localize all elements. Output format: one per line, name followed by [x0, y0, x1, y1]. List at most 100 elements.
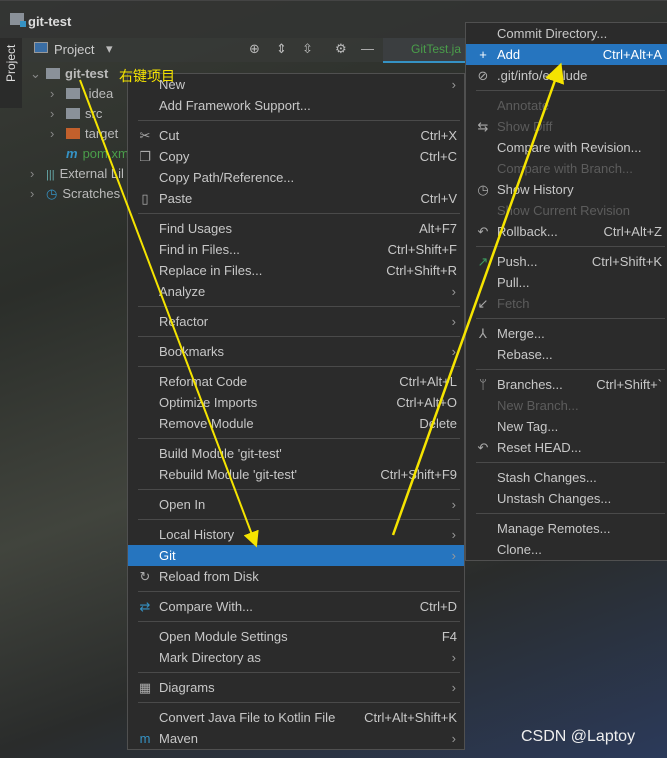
chevron-down-icon[interactable]: ▾: [106, 41, 113, 57]
chevron-icon[interactable]: ›: [30, 186, 46, 201]
git_submenu-item-merge[interactable]: ⅄ Merge...: [466, 323, 667, 344]
menu-item-label: Manage Remotes...: [497, 521, 611, 536]
chevron-right-icon: ›: [451, 497, 456, 512]
git_submenu-item-manage-remotes[interactable]: Manage Remotes...: [466, 518, 667, 539]
menu-item-label: Replace in Files...: [159, 263, 263, 278]
context_menu-item-analyze[interactable]: Analyze ›: [128, 281, 464, 302]
git_submenu-item-git-info-exclude[interactable]: ⊘ .git/info/exclude: [466, 65, 667, 86]
git_submenu-item-clone[interactable]: Clone...: [466, 539, 667, 560]
gear-icon[interactable]: ⚙: [335, 41, 347, 57]
menu-item-label: Show History: [497, 182, 574, 197]
editor-tab[interactable]: GitTest.ja: [383, 38, 465, 63]
context_menu-item-refactor[interactable]: Refactor ›: [128, 311, 464, 332]
git_submenu-item-push[interactable]: ↗ Push... Ctrl+Shift+K: [466, 251, 667, 272]
tree-node[interactable]: › ||| External Lil: [30, 166, 124, 181]
git_submenu-item-rebase[interactable]: Rebase...: [466, 344, 667, 365]
git_submenu-item-show-history[interactable]: ◷ Show History: [466, 179, 667, 200]
context_menu-item-find-usages[interactable]: Find Usages Alt+F7: [128, 218, 464, 239]
shortcut-label: Ctrl+Shift+F: [387, 242, 457, 257]
context_menu-item-reformat-code[interactable]: Reformat Code Ctrl+Alt+L: [128, 371, 464, 392]
context_menu-item-build-module-git-test[interactable]: Build Module 'git-test': [128, 443, 464, 464]
git_submenu-item-commit-directory[interactable]: Commit Directory...: [466, 23, 667, 44]
context_menu-item-git[interactable]: Git ›: [128, 545, 464, 566]
menu-separator: [128, 698, 464, 707]
chevron-right-icon: ›: [451, 731, 456, 746]
context_menu-item-compare-with[interactable]: ⇄ Compare With... Ctrl+D: [128, 596, 464, 617]
context_menu-item-new[interactable]: New ›: [128, 74, 464, 95]
context_menu-item-maven[interactable]: m Maven ›: [128, 728, 464, 749]
tree-node-label: src: [85, 106, 103, 121]
context_menu-item-mark-directory-as[interactable]: Mark Directory as ›: [128, 647, 464, 668]
project-view-icon: [34, 42, 48, 53]
scratches-icon: ◷: [46, 186, 58, 201]
context_menu-item-copy-path-reference[interactable]: Copy Path/Reference...: [128, 167, 464, 188]
git_submenu-item-unstash-changes[interactable]: Unstash Changes...: [466, 488, 667, 509]
git_submenu-item-new-tag[interactable]: New Tag...: [466, 416, 667, 437]
menu-item-label: Local History: [159, 527, 235, 542]
tree-node[interactable]: › ◷ Scratches: [30, 186, 120, 202]
menu-item-label: Merge...: [497, 326, 545, 341]
tree-node[interactable]: m pom.xml: [50, 146, 132, 161]
tree-node[interactable]: › src: [50, 106, 102, 121]
collapse-all-icon[interactable]: ⇳: [302, 41, 313, 57]
project-tool-button[interactable]: Project: [4, 45, 18, 82]
git_submenu-item-pull[interactable]: Pull...: [466, 272, 667, 293]
context_menu-item-reload-from-disk[interactable]: ↻ Reload from Disk: [128, 566, 464, 587]
context_menu-item-open-module-settings[interactable]: Open Module Settings F4: [128, 626, 464, 647]
tree-node[interactable]: › .idea: [50, 86, 113, 101]
git_submenu-item-rollback[interactable]: ↶ Rollback... Ctrl+Alt+Z: [466, 221, 667, 242]
project-icon: [10, 13, 26, 27]
menu-item-label: Add: [497, 47, 521, 62]
context_menu-item-paste[interactable]: ▯ Paste Ctrl+V: [128, 188, 464, 209]
menu-separator: [128, 668, 464, 677]
context_menu-item-replace-in-files[interactable]: Replace in Files... Ctrl+Shift+R: [128, 260, 464, 281]
context_menu-item-local-history[interactable]: Local History ›: [128, 524, 464, 545]
context_menu-item-find-in-files[interactable]: Find in Files... Ctrl+Shift+F: [128, 239, 464, 260]
tree-node[interactable]: › target: [50, 126, 118, 141]
context_menu-item-open-in[interactable]: Open In ›: [128, 494, 464, 515]
menu-separator: [128, 302, 464, 311]
context_menu-item-add-framework-support[interactable]: Add Framework Support...: [128, 95, 464, 116]
shortcut-label: Ctrl+C: [419, 149, 457, 164]
chevron-right-icon: ›: [451, 77, 456, 92]
context_menu-item-copy[interactable]: ❐ Copy Ctrl+C: [128, 146, 464, 167]
context_menu-item-cut[interactable]: ✂ Cut Ctrl+X: [128, 125, 464, 146]
menu-item-label: Remove Module: [159, 416, 254, 431]
menu-item-label: Analyze: [159, 284, 206, 299]
tree-node-label: Scratches: [62, 186, 121, 201]
git_submenu-item-stash-changes[interactable]: Stash Changes...: [466, 467, 667, 488]
menu-item-label: Branches...: [497, 377, 563, 392]
context_menu-item-convert-java-file-to-kotlin-file[interactable]: Convert Java File to Kotlin File Ctrl+Alt…: [128, 707, 464, 728]
ignore-file-icon: ⊘: [477, 68, 489, 83]
menu-item-label: Fetch: [497, 296, 530, 311]
project-view-selector[interactable]: Project: [54, 42, 94, 57]
menu-item-label: Unstash Changes...: [497, 491, 612, 506]
git_submenu-item-compare-with-revision[interactable]: Compare with Revision...: [466, 137, 667, 158]
chevron-icon[interactable]: ⌄: [30, 66, 46, 82]
chevron-icon[interactable]: ›: [50, 86, 66, 101]
tree-node[interactable]: ⌄ git-test: [30, 66, 108, 82]
menu-separator: [128, 209, 464, 218]
chevron-icon[interactable]: ›: [30, 166, 46, 181]
menu-item-label: Rollback...: [497, 224, 558, 239]
chevron-icon[interactable]: ›: [50, 106, 66, 121]
context_menu-item-bookmarks[interactable]: Bookmarks ›: [128, 341, 464, 362]
git_submenu-item-add[interactable]: + Add Ctrl+Alt+A: [466, 44, 667, 65]
git_submenu-item-fetch: ↙ Fetch: [466, 293, 667, 314]
diff-icon: ⇆: [477, 119, 489, 134]
context_menu-item-optimize-imports[interactable]: Optimize Imports Ctrl+Alt+O: [128, 392, 464, 413]
context_menu-item-rebuild-module-git-test[interactable]: Rebuild Module 'git-test' Ctrl+Shift+F9: [128, 464, 464, 485]
menu-item-label: Compare With...: [159, 599, 253, 614]
locate-icon[interactable]: ⊕: [249, 41, 260, 57]
context-menu: New › Add Framework Support... ✂ Cut Ctrl+X ❐ C…: [127, 73, 465, 750]
git_submenu-item-reset-head[interactable]: ↶ Reset HEAD...: [466, 437, 667, 458]
context_menu-item-diagrams[interactable]: ▦ Diagrams ›: [128, 677, 464, 698]
chevron-icon[interactable]: ›: [50, 126, 66, 141]
git_submenu-item-branches[interactable]: ᛘ Branches... Ctrl+Shift+`: [466, 374, 667, 395]
context_menu-item-remove-module[interactable]: Remove Module Delete: [128, 413, 464, 434]
undo-icon: ↶: [477, 224, 489, 239]
minimize-icon[interactable]: —: [361, 41, 374, 56]
chevron-right-icon: ›: [451, 548, 456, 563]
expand-all-icon[interactable]: ⇕: [276, 41, 287, 57]
scissors-icon: ✂: [139, 128, 151, 143]
